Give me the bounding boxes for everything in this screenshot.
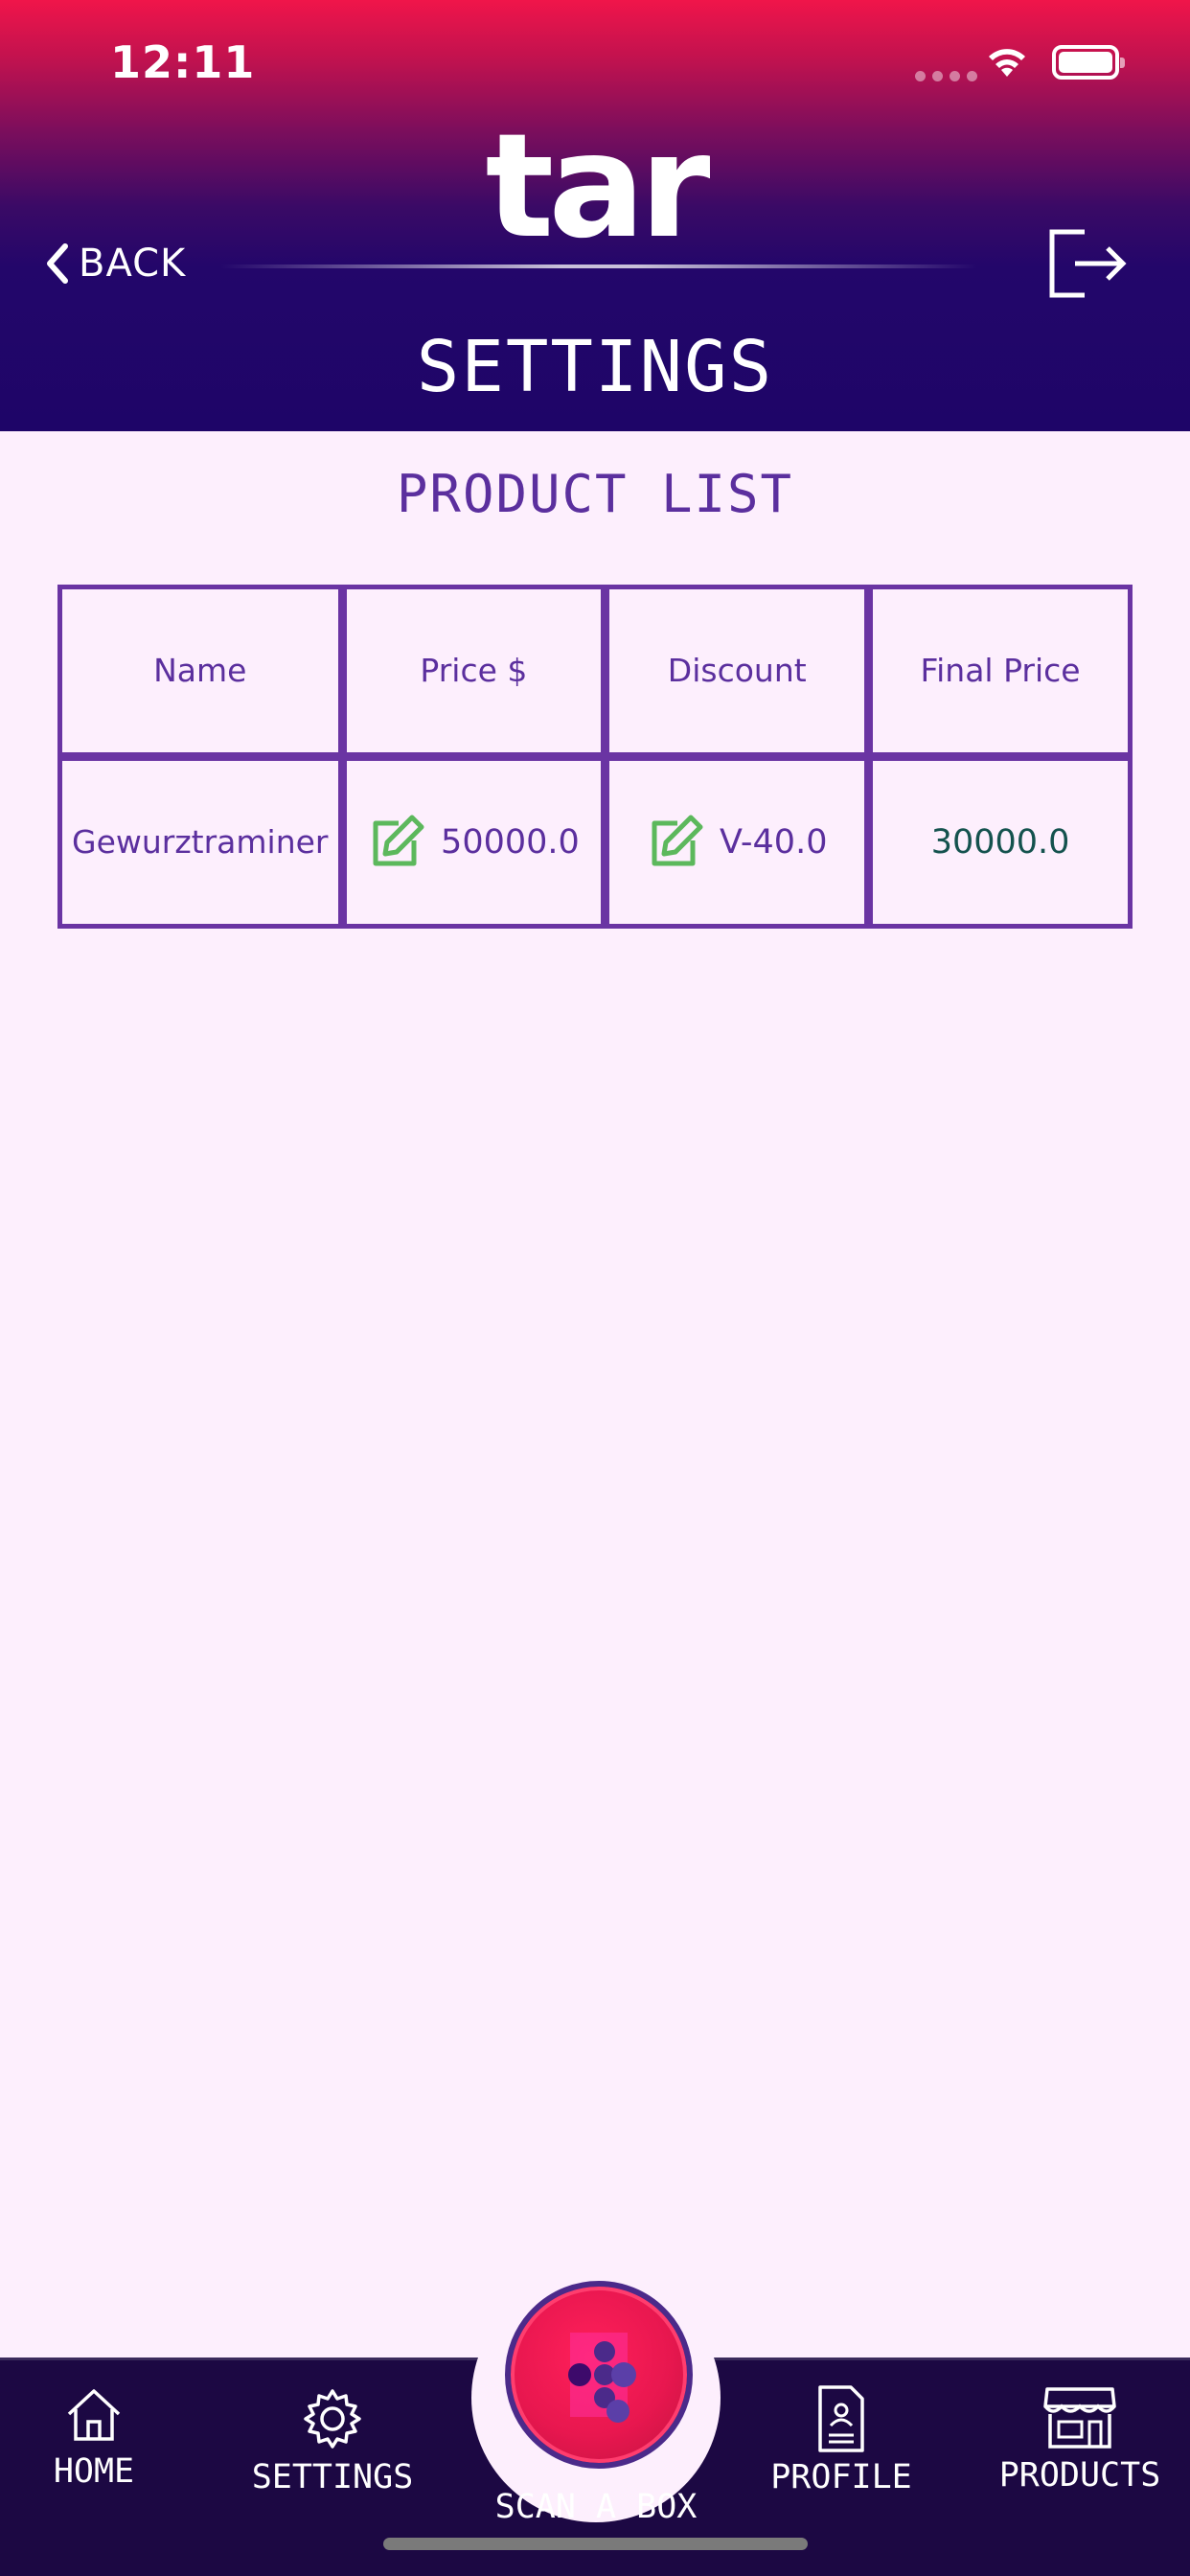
logo-underline bbox=[220, 264, 977, 268]
chevron-left-icon bbox=[47, 243, 68, 284]
store-icon bbox=[1043, 2387, 1116, 2449]
scan-a-box-button[interactable] bbox=[505, 2281, 693, 2469]
logout-icon[interactable] bbox=[1046, 226, 1129, 301]
app-header: 12:11 tar BACK SETTINGS bbox=[0, 0, 1190, 431]
table-cell-discount[interactable]: V-40.0 bbox=[609, 761, 865, 924]
nav-settings-label: SETTINGS bbox=[251, 2458, 414, 2496]
product-list-title: PRODUCT LIST bbox=[396, 464, 794, 524]
nav-settings[interactable]: SETTINGS bbox=[214, 2385, 451, 2496]
table-header-price: Price $ bbox=[346, 589, 602, 752]
table-cell-final-price: 30000.0 bbox=[873, 761, 1128, 924]
back-label: BACK bbox=[79, 242, 187, 286]
scan-a-box-label: SCAN A BOX bbox=[494, 2488, 698, 2526]
scan-box-icon bbox=[568, 2333, 636, 2423]
nav-home[interactable]: HOME bbox=[0, 2385, 213, 2491]
gear-icon bbox=[304, 2389, 361, 2449]
nav-home-label: HOME bbox=[53, 2452, 135, 2491]
status-time: 12:11 bbox=[110, 36, 256, 88]
battery-icon bbox=[1052, 45, 1125, 80]
edit-icon[interactable] bbox=[368, 814, 425, 871]
profile-document-icon bbox=[818, 2385, 864, 2452]
wifi-icon bbox=[989, 49, 1025, 77]
page-title: SETTINGS bbox=[416, 326, 774, 408]
nav-profile[interactable]: PROFILE bbox=[722, 2383, 960, 2496]
home-indicator bbox=[383, 2538, 808, 2550]
table-header-name: Name bbox=[62, 589, 338, 752]
home-icon bbox=[67, 2389, 121, 2441]
signal-icon bbox=[915, 71, 977, 81]
product-table: Name Price $ Discount Final Price Gewurz… bbox=[57, 585, 1133, 929]
nav-products-label: PRODUCTS bbox=[998, 2456, 1161, 2495]
table-cell-price[interactable]: 50000.0 bbox=[346, 761, 602, 924]
nav-products[interactable]: PRODUCTS bbox=[961, 2383, 1190, 2495]
table-cell-name: Gewurztraminer bbox=[62, 761, 338, 924]
brand-logo: tar bbox=[485, 104, 711, 270]
back-button[interactable]: BACK bbox=[44, 242, 186, 286]
table-header-discount: Discount bbox=[609, 589, 865, 752]
discount-value: V-40.0 bbox=[720, 823, 828, 862]
table-header-final-price: Final Price bbox=[873, 589, 1128, 752]
nav-profile-label: PROFILE bbox=[770, 2458, 912, 2496]
price-value: 50000.0 bbox=[441, 823, 580, 862]
edit-icon[interactable] bbox=[647, 814, 704, 871]
